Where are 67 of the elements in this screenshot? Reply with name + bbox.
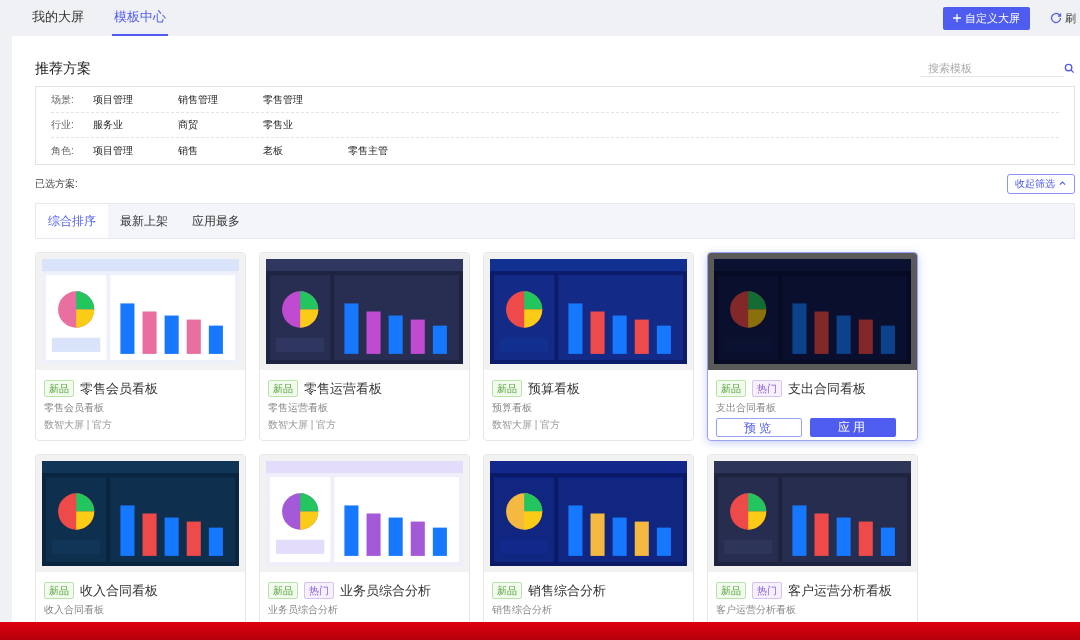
card-subtitle: 零售运营看板 — [268, 400, 329, 415]
card-source: 数智大屏 | 官方 — [268, 417, 338, 432]
filter-option[interactable]: 零售主管 — [348, 143, 433, 159]
template-card[interactable]: 新品 销售综合分析 销售综合分析 — [483, 453, 694, 622]
tag: 新品 — [716, 582, 746, 599]
filter-option[interactable]: 项目管理 — [93, 91, 178, 107]
template-card[interactable]: 新品 热门 支出合同看板 支出合同看板 预览 应用 — [707, 251, 918, 441]
card-title: 收入合同看板 — [80, 581, 158, 600]
sort-tab[interactable]: 综合排序 — [36, 203, 108, 238]
filter-option[interactable]: 销售 — [178, 143, 263, 159]
refresh-button[interactable]: 刷 — [1050, 9, 1080, 27]
tag: 热门 — [752, 380, 782, 397]
filter-option[interactable]: 项目管理 — [93, 143, 178, 159]
card-title: 销售综合分析 — [528, 581, 606, 600]
card-subtitle: 支出合同看板 — [716, 400, 777, 415]
section-title: 推荐方案 — [35, 58, 91, 78]
preview-button[interactable]: 预览 — [716, 417, 802, 437]
tag: 新品 — [44, 582, 74, 599]
tag: 新品 — [268, 380, 298, 397]
card-title: 零售会员看板 — [80, 379, 158, 398]
tag: 新品 — [492, 582, 522, 599]
tag: 新品 — [268, 582, 298, 599]
card-title: 零售运营看板 — [304, 379, 382, 398]
apply-button[interactable]: 应用 — [810, 417, 896, 437]
filter-option[interactable]: 零售管理 — [263, 91, 348, 107]
template-card[interactable]: 新品 预算看板 预算看板 数智大屏 | 官方 — [483, 251, 694, 441]
card-title: 预算看板 — [528, 379, 580, 398]
top-tab[interactable]: 我的大屏 — [30, 0, 86, 36]
card-source: 数智大屏 | 官方 — [44, 417, 114, 432]
template-card[interactable]: 新品 热门 业务员综合分析 业务员综合分析 — [259, 453, 470, 622]
card-title: 客户运营分析看板 — [788, 581, 892, 600]
filter-label: 行业: — [51, 118, 75, 133]
tag: 新品 — [44, 380, 74, 397]
filter-option[interactable]: 零售业 — [263, 117, 348, 133]
selected-label: 已选方案: — [35, 177, 78, 191]
tag: 热门 — [304, 582, 334, 599]
refresh-icon — [1050, 12, 1062, 24]
card-subtitle: 业务员综合分析 — [268, 602, 339, 617]
tag: 新品 — [716, 380, 746, 397]
search-icon — [1064, 62, 1075, 74]
card-title: 业务员综合分析 — [340, 581, 431, 600]
card-subtitle: 收入合同看板 — [44, 602, 105, 617]
create-button[interactable]: 自定义大屏 — [943, 6, 1030, 30]
chevron-up-icon — [1058, 179, 1067, 188]
sort-tab[interactable]: 应用最多 — [180, 203, 252, 238]
tag: 新品 — [492, 380, 522, 397]
tag: 热门 — [752, 582, 782, 599]
sort-tab[interactable]: 最新上架 — [108, 203, 180, 238]
card-subtitle: 预算看板 — [492, 400, 533, 415]
filter-label: 场景: — [51, 92, 75, 107]
plus-icon — [953, 14, 961, 22]
collapse-button[interactable]: 收起筛选 — [1007, 173, 1075, 194]
filter-label: 角色: — [51, 144, 75, 159]
filter-option[interactable]: 老板 — [263, 143, 348, 159]
filter-option[interactable]: 商贸 — [178, 117, 263, 133]
card-subtitle: 零售会员看板 — [44, 400, 105, 415]
template-card[interactable]: 新品 热门 客户运营分析看板 客户运营分析看板 — [707, 453, 918, 622]
search-field[interactable]: 搜索模板 — [920, 59, 1064, 77]
card-title: 支出合同看板 — [788, 379, 866, 398]
card-subtitle: 客户运营分析看板 — [716, 602, 797, 617]
card-source: 数智大屏 | 官方 — [492, 417, 562, 432]
filter-option[interactable]: 服务业 — [93, 117, 178, 133]
template-card[interactable]: 新品 零售运营看板 零售运营看板 数智大屏 | 官方 — [259, 251, 470, 441]
template-card[interactable]: 新品 收入合同看板 收入合同看板 — [35, 453, 246, 622]
card-subtitle: 销售综合分析 — [492, 602, 553, 617]
template-card[interactable]: 新品 零售会员看板 零售会员看板 数智大屏 | 官方 — [35, 251, 246, 441]
filter-option[interactable]: 销售管理 — [178, 91, 263, 107]
